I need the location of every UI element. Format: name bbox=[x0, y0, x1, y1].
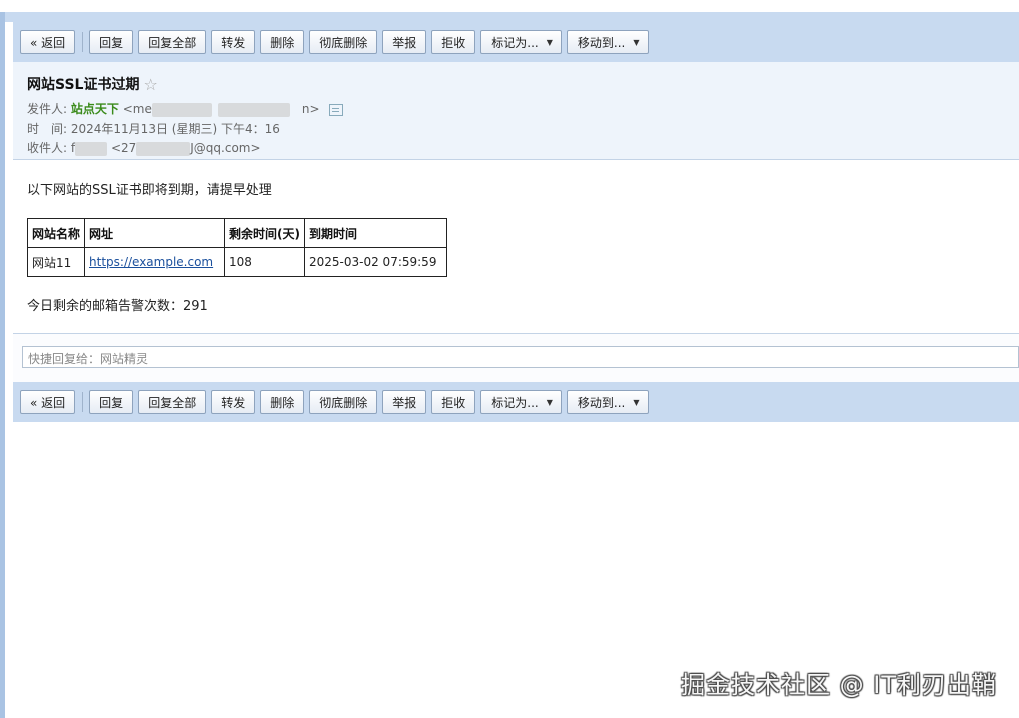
redacted-block bbox=[217, 102, 290, 117]
mark-as-label: 标记为... bbox=[491, 395, 539, 410]
reject-button[interactable]: 拒收 bbox=[431, 30, 476, 54]
site-url-link[interactable]: https://example.com bbox=[89, 255, 213, 269]
time-value: 2024年11月13日 (星期三) 下午4：16 bbox=[70, 122, 280, 136]
toolbar-separator bbox=[82, 32, 84, 52]
time-line: 时 间: 2024年11月13日 (星期三) 下午4：16 bbox=[27, 120, 280, 137]
col-url: 网址 bbox=[84, 218, 226, 248]
col-days-left: 剩余时间(天) bbox=[224, 218, 305, 248]
chevron-down-icon: ▼ bbox=[633, 397, 640, 407]
top-strip bbox=[0, 0, 1019, 12]
back-button[interactable]: « 返回 bbox=[20, 390, 76, 414]
move-to-dropdown[interactable]: 移动到... ▼ bbox=[566, 30, 649, 54]
from-label: 发件人: bbox=[27, 102, 68, 116]
delete-forever-button[interactable]: 彻底删除 bbox=[309, 30, 378, 54]
reply-all-button[interactable]: 回复全部 bbox=[138, 390, 207, 414]
recipient-address-end: J@qq.com> bbox=[190, 141, 261, 155]
chevron-down-icon: ▼ bbox=[633, 37, 640, 47]
back-button[interactable]: « 返回 bbox=[20, 30, 76, 54]
contact-card-icon[interactable] bbox=[329, 103, 344, 116]
report-button[interactable]: 举报 bbox=[382, 30, 427, 54]
cell-expiry: 2025-03-02 07:59:59 bbox=[304, 247, 447, 277]
reply-all-button[interactable]: 回复全部 bbox=[138, 30, 207, 54]
delete-button[interactable]: 删除 bbox=[260, 30, 305, 54]
sender-name[interactable]: 站点天下 bbox=[71, 102, 119, 116]
star-icon[interactable]: ☆ bbox=[143, 75, 157, 94]
top-toolbar: « 返回 回复 回复全部 转发 删除 彻底删除 举报 拒收 标记为... ▼ 移… bbox=[13, 22, 1019, 62]
report-button[interactable]: 举报 bbox=[382, 390, 427, 414]
reject-button[interactable]: 拒收 bbox=[431, 390, 476, 414]
quick-reply-area: 快捷回复给：网站精灵 bbox=[13, 334, 1019, 382]
col-expiry: 到期时间 bbox=[304, 218, 447, 248]
to-label: 收件人: bbox=[27, 141, 68, 155]
quick-reply-input[interactable]: 快捷回复给：网站精灵 bbox=[22, 346, 1019, 368]
sender-address-start: <me bbox=[122, 102, 152, 116]
left-border bbox=[0, 12, 5, 718]
cell-site-name: 网站11 bbox=[26, 247, 86, 277]
subject-text: 网站SSL证书过期 bbox=[27, 77, 140, 93]
toolbar-separator bbox=[82, 392, 84, 412]
mail-window: « 返回 回复 回复全部 转发 删除 彻底删除 举报 拒收 标记为... ▼ 移… bbox=[0, 0, 1019, 718]
cell-url: https://example.com bbox=[84, 247, 226, 277]
delete-button[interactable]: 删除 bbox=[260, 390, 305, 414]
move-to-dropdown[interactable]: 移动到... ▼ bbox=[566, 390, 649, 414]
reply-button[interactable]: 回复 bbox=[89, 390, 134, 414]
redacted-block bbox=[75, 141, 108, 156]
cell-days-left: 108 bbox=[224, 247, 305, 277]
mark-as-label: 标记为... bbox=[491, 35, 539, 50]
mark-as-dropdown[interactable]: 标记为... ▼ bbox=[480, 30, 562, 54]
table-row: 网站11 https://example.com 108 2025-03-02 … bbox=[26, 247, 447, 277]
redacted-block bbox=[136, 141, 191, 156]
bottom-toolbar: « 返回 回复 回复全部 转发 删除 彻底删除 举报 拒收 标记为... ▼ 移… bbox=[13, 382, 1019, 422]
mark-as-dropdown[interactable]: 标记为... ▼ bbox=[480, 390, 562, 414]
forward-button[interactable]: 转发 bbox=[211, 30, 256, 54]
mail-body: 以下网站的SSL证书即将到期，请提早处理 网站名称 网址 剩余时间(天) 到期时… bbox=[26, 179, 447, 314]
recipient-line: 收件人: f <27 J@qq.com> bbox=[27, 139, 261, 156]
redacted-block bbox=[151, 102, 212, 117]
mail-subject: 网站SSL证书过期 ☆ bbox=[27, 74, 158, 94]
move-to-label: 移动到... bbox=[577, 395, 626, 410]
chevron-down-icon: ▼ bbox=[546, 37, 553, 47]
mail-content: « 返回 回复 回复全部 转发 删除 彻底删除 举报 拒收 标记为... ▼ 移… bbox=[13, 22, 1019, 718]
time-label: 时 间: bbox=[27, 122, 68, 136]
remaining-alerts-text: 今日剩余的邮箱告警次数：291 bbox=[27, 299, 208, 314]
move-to-label: 移动到... bbox=[577, 35, 626, 50]
forward-button[interactable]: 转发 bbox=[211, 390, 256, 414]
sender-line: 发件人: 站点天下 <me n> bbox=[27, 100, 344, 117]
recipient-address-start: <27 bbox=[110, 141, 137, 155]
chevron-down-icon: ▼ bbox=[546, 397, 553, 407]
top-border bbox=[5, 12, 1019, 22]
delete-forever-button[interactable]: 彻底删除 bbox=[309, 390, 378, 414]
watermark: 掘金技术社区 @ IT利刃出鞘 bbox=[681, 671, 997, 699]
table-header-row: 网站名称 网址 剩余时间(天) 到期时间 bbox=[26, 218, 447, 248]
ssl-table: 网站名称 网址 剩余时间(天) 到期时间 网站11 https://exampl… bbox=[26, 218, 447, 277]
col-site-name: 网站名称 bbox=[26, 218, 86, 248]
sender-address-end: n> bbox=[301, 102, 320, 116]
intro-text: 以下网站的SSL证书即将到期，请提早处理 bbox=[27, 183, 272, 198]
mail-header: 网站SSL证书过期 ☆ 发件人: 站点天下 <me n> 时 间: 2024年11… bbox=[13, 62, 1019, 160]
reply-button[interactable]: 回复 bbox=[89, 30, 134, 54]
